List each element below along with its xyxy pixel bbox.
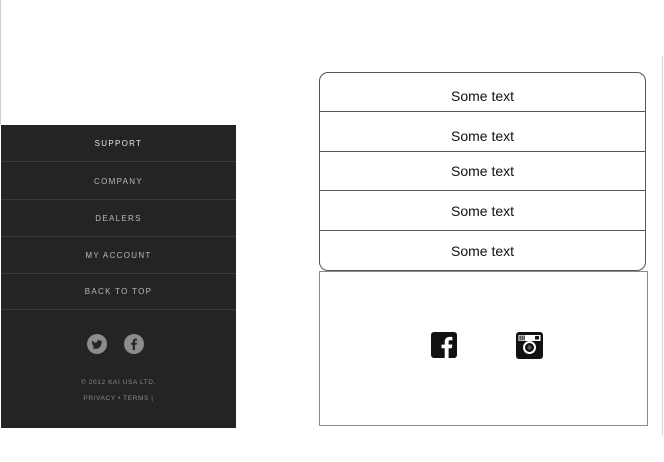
- divider: [1, 199, 236, 200]
- divider: [1, 161, 236, 162]
- left-edge-line: [0, 0, 1, 125]
- list-separator: [320, 190, 645, 191]
- terms-link[interactable]: TERMS: [123, 395, 149, 402]
- divider: [1, 273, 236, 274]
- list-item[interactable]: Some text: [320, 203, 645, 219]
- footer-link-company[interactable]: COMPANY: [1, 177, 236, 186]
- list-item[interactable]: Some text: [320, 243, 645, 259]
- copyright-text: © 2012 KAI USA LTD.: [81, 379, 156, 386]
- legal-separator: •: [117, 395, 121, 402]
- list-separator: [320, 230, 645, 231]
- facebook-icon[interactable]: [431, 332, 457, 358]
- legal-links: PRIVACY • TERMS |: [1, 395, 236, 402]
- right-edge-line: [662, 56, 663, 436]
- list-separator: [320, 151, 645, 152]
- footer-link-dealers[interactable]: DEALERS: [1, 214, 236, 223]
- list-item[interactable]: Some text: [320, 163, 645, 179]
- privacy-link[interactable]: PRIVACY: [83, 395, 115, 402]
- trailing-mark: |: [151, 395, 154, 402]
- list-separator: [320, 111, 645, 112]
- twitter-icon[interactable]: [87, 334, 107, 354]
- footer-link-my-account[interactable]: MY ACCOUNT: [1, 251, 236, 260]
- social-panel: [319, 271, 648, 426]
- wireframe-list: Some text Some text Some text Some text …: [319, 72, 646, 271]
- footer-panel: SUPPORT COMPANY DEALERS MY ACCOUNT BACK …: [1, 125, 236, 428]
- list-item[interactable]: Some text: [320, 88, 645, 104]
- divider: [1, 236, 236, 237]
- instagram-icon[interactable]: [516, 332, 543, 359]
- footer-link-back-to-top[interactable]: BACK TO TOP: [1, 287, 236, 296]
- list-item[interactable]: Some text: [320, 128, 645, 144]
- footer-link-support[interactable]: SUPPORT: [1, 139, 236, 148]
- divider: [1, 309, 236, 310]
- facebook-icon[interactable]: [124, 334, 144, 354]
